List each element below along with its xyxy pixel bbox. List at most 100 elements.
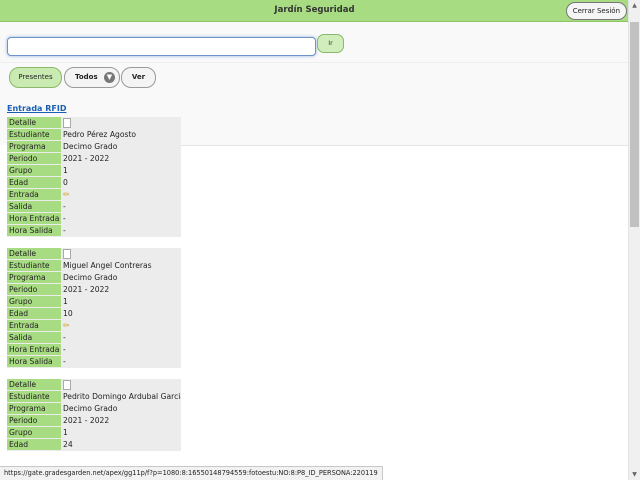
label-periodo: Periodo bbox=[7, 415, 61, 426]
value-programa: Decimo Grado bbox=[63, 404, 118, 413]
search-input[interactable] bbox=[7, 37, 316, 56]
label-edad: Edad bbox=[7, 177, 61, 188]
label-estudiante: Estudiante bbox=[7, 260, 61, 271]
record-row-grupo: Grupo 1 bbox=[7, 296, 181, 308]
todos-select[interactable]: Todos ▼ bbox=[64, 67, 120, 88]
record-row-hora-entrada: Hora Entrada - bbox=[7, 213, 181, 225]
record-row-programa: Programa Decimo Grado bbox=[7, 272, 181, 284]
label-programa: Programa bbox=[7, 272, 61, 283]
record-row-detalle: Detalle bbox=[7, 248, 181, 260]
record-row-edad: Edad 10 bbox=[7, 308, 181, 320]
record-row-salida: Salida - bbox=[7, 332, 181, 344]
value-programa: Decimo Grado bbox=[63, 273, 118, 282]
label-programa: Programa bbox=[7, 141, 61, 152]
value-estudiante: Pedrito Domingo Ardubal Garcia bbox=[63, 392, 181, 401]
label-salida: Salida bbox=[7, 201, 61, 212]
logout-button[interactable]: Cerrar Sesión bbox=[565, 2, 627, 20]
record-row-detalle: Detalle bbox=[7, 117, 181, 129]
value-hora-salida: - bbox=[63, 226, 66, 235]
label-grupo: Grupo bbox=[7, 165, 61, 176]
label-detalle: Detalle bbox=[7, 379, 61, 390]
label-hora-entrada: Hora Entrada bbox=[7, 213, 61, 224]
record-row-hora-salida: Hora Salida - bbox=[7, 225, 181, 237]
value-periodo: 2021 - 2022 bbox=[63, 285, 110, 294]
scroll-up-icon[interactable]: ▲ bbox=[629, 0, 640, 11]
value-grupo: 1 bbox=[63, 297, 68, 306]
value-hora-salida: - bbox=[63, 357, 66, 366]
section-title-link[interactable]: Entrada RFID bbox=[7, 104, 66, 113]
label-grupo: Grupo bbox=[7, 296, 61, 307]
pencil-icon[interactable]: ✏ bbox=[63, 189, 70, 200]
record-row-hora-salida: Hora Salida - bbox=[7, 356, 181, 368]
label-periodo: Periodo bbox=[7, 153, 61, 164]
record-row-entrada: Entrada ✏ bbox=[7, 320, 181, 332]
value-edad: 24 bbox=[63, 440, 73, 449]
label-entrada: Entrada bbox=[7, 320, 61, 331]
record-row-programa: Programa Decimo Grado bbox=[7, 141, 181, 153]
value-periodo: 2021 - 2022 bbox=[63, 416, 110, 425]
status-bar-url: https://gate.gradesgarden.net/apex/gg11p… bbox=[0, 466, 383, 480]
record-row-hora-entrada: Hora Entrada - bbox=[7, 344, 181, 356]
record-row-periodo: Periodo 2021 - 2022 bbox=[7, 153, 181, 165]
value-salida: - bbox=[63, 202, 66, 211]
value-salida: - bbox=[63, 333, 66, 342]
pencil-icon[interactable]: ✏ bbox=[63, 320, 70, 331]
label-salida: Salida bbox=[7, 332, 61, 343]
value-grupo: 1 bbox=[63, 166, 68, 175]
vertical-scrollbar[interactable]: ▲ ▼ bbox=[628, 0, 640, 480]
record-row-salida: Salida - bbox=[7, 201, 181, 213]
label-entrada: Entrada bbox=[7, 189, 61, 200]
document-icon[interactable] bbox=[63, 118, 71, 128]
document-icon[interactable] bbox=[63, 380, 71, 390]
records-list: Detalle Estudiante Pedro Pérez Agosto Pr… bbox=[7, 117, 181, 462]
chevron-down-icon: ▼ bbox=[104, 72, 115, 83]
record-row-periodo: Periodo 2021 - 2022 bbox=[7, 415, 181, 427]
value-edad: 10 bbox=[63, 309, 73, 318]
label-hora-salida: Hora Salida bbox=[7, 225, 61, 236]
student-record: Detalle Estudiante Pedro Pérez Agosto Pr… bbox=[7, 117, 181, 237]
record-row-estudiante: Estudiante Pedrito Domingo Ardubal Garci… bbox=[7, 391, 181, 403]
label-detalle: Detalle bbox=[7, 117, 61, 128]
label-periodo: Periodo bbox=[7, 284, 61, 295]
record-row-edad: Edad 0 bbox=[7, 177, 181, 189]
label-edad: Edad bbox=[7, 308, 61, 319]
app-header: Jardín Seguridad Cerrar Sesión bbox=[0, 0, 629, 22]
label-estudiante: Estudiante bbox=[7, 129, 61, 140]
student-record: Detalle Estudiante Miguel Angel Contrera… bbox=[7, 248, 181, 368]
value-hora-entrada: - bbox=[63, 214, 66, 223]
document-icon[interactable] bbox=[63, 249, 71, 259]
record-row-periodo: Periodo 2021 - 2022 bbox=[7, 284, 181, 296]
content-backdrop bbox=[181, 63, 629, 146]
value-programa: Decimo Grado bbox=[63, 142, 118, 151]
record-row-grupo: Grupo 1 bbox=[7, 165, 181, 177]
scrollbar-thumb[interactable] bbox=[630, 22, 639, 227]
value-estudiante: Pedro Pérez Agosto bbox=[63, 130, 137, 139]
record-row-grupo: Grupo 1 bbox=[7, 427, 181, 439]
record-row-estudiante: Estudiante Pedro Pérez Agosto bbox=[7, 129, 181, 141]
search-bar: Ir bbox=[0, 22, 629, 63]
label-estudiante: Estudiante bbox=[7, 391, 61, 402]
label-programa: Programa bbox=[7, 403, 61, 414]
student-record: Detalle Estudiante Pedrito Domingo Ardub… bbox=[7, 379, 181, 451]
record-row-programa: Programa Decimo Grado bbox=[7, 403, 181, 415]
value-edad: 0 bbox=[63, 178, 68, 187]
record-row-estudiante: Estudiante Miguel Angel Contreras bbox=[7, 260, 181, 272]
value-estudiante: Miguel Angel Contreras bbox=[63, 261, 152, 270]
record-row-edad: Edad 24 bbox=[7, 439, 181, 451]
scroll-down-icon[interactable]: ▼ bbox=[629, 469, 640, 480]
label-edad: Edad bbox=[7, 439, 61, 450]
label-detalle: Detalle bbox=[7, 248, 61, 259]
go-button[interactable]: Ir bbox=[317, 34, 344, 53]
ver-button[interactable]: Ver bbox=[121, 67, 156, 88]
value-periodo: 2021 - 2022 bbox=[63, 154, 110, 163]
record-row-detalle: Detalle bbox=[7, 379, 181, 391]
label-hora-entrada: Hora Entrada bbox=[7, 344, 61, 355]
label-hora-salida: Hora Salida bbox=[7, 356, 61, 367]
record-row-entrada: Entrada ✏ bbox=[7, 189, 181, 201]
present-filter-button[interactable]: Presentes bbox=[9, 67, 62, 88]
label-grupo: Grupo bbox=[7, 427, 61, 438]
todos-label: Todos bbox=[75, 73, 98, 81]
value-hora-entrada: - bbox=[63, 345, 66, 354]
value-grupo: 1 bbox=[63, 428, 68, 437]
page-title: Jardín Seguridad bbox=[274, 5, 355, 15]
